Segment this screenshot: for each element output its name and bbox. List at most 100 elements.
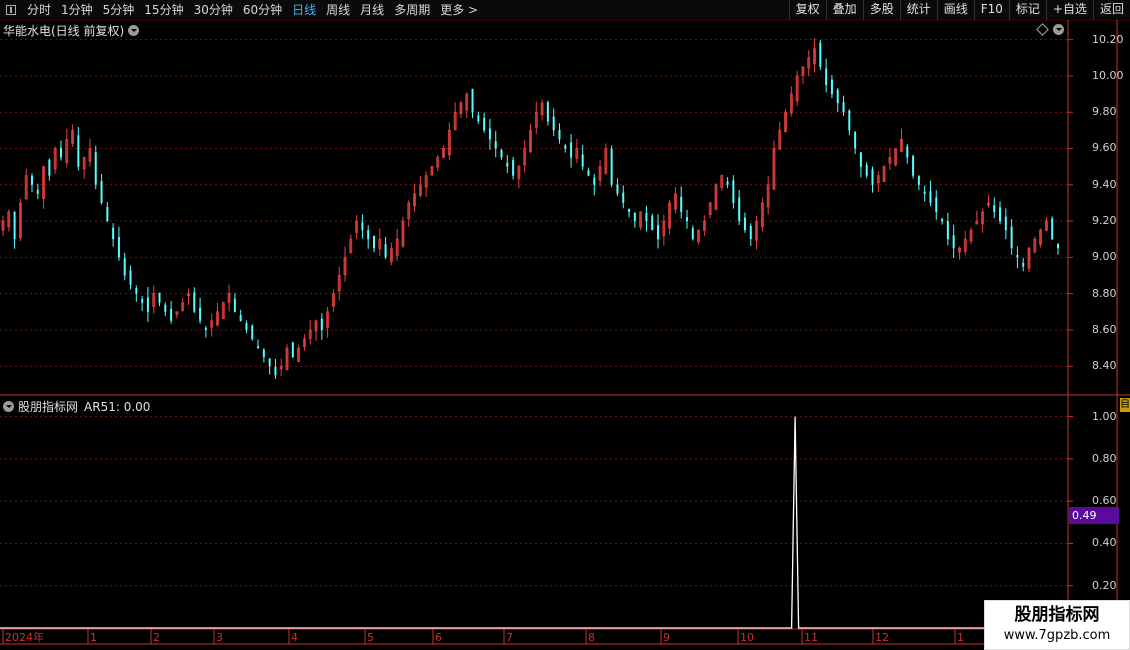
candle-body [726, 181, 729, 185]
sub-chart-title[interactable]: 股朋指标网 AR51: 0.00 [3, 398, 150, 415]
y-tick-label: 9.60 [1092, 141, 1117, 155]
candle-body [999, 207, 1002, 222]
candle-body [94, 152, 97, 185]
x-tick-label: 6 [435, 631, 442, 644]
candle-body [291, 342, 294, 358]
candle-body [593, 177, 596, 185]
candle-body [680, 196, 683, 212]
candle-body [367, 230, 370, 240]
x-tick-label: 1 [90, 631, 97, 644]
candle-body [743, 217, 746, 231]
candle-body [912, 155, 915, 176]
candle-body [941, 219, 944, 222]
candle-body [117, 237, 120, 258]
candle-body [488, 128, 491, 140]
candle-body [587, 170, 590, 176]
candle-body [204, 327, 207, 330]
kline-chart[interactable]: 2024年 1 2 3 4 5 6 7 8 9 10 11 12 1 [0, 0, 1130, 650]
x-tick-label: 12 [875, 631, 889, 644]
y-tick-label: 9.40 [1092, 177, 1117, 191]
candle-body [483, 117, 486, 131]
candle-body [158, 292, 161, 303]
x-tick-label: 4 [291, 631, 298, 644]
candle-body [622, 192, 625, 203]
candle-body [825, 68, 828, 85]
candle-body [1010, 226, 1013, 249]
candle-body [732, 180, 735, 203]
candle-body [558, 129, 561, 140]
candle-body [506, 162, 509, 167]
candle-body [512, 159, 515, 176]
candle-body [651, 215, 654, 231]
candle-body [77, 135, 80, 167]
y-tick-label: 0.20 [1092, 578, 1117, 592]
candle-body [645, 212, 648, 222]
ar51-series-line [0, 416, 1066, 629]
candle-body [164, 304, 167, 312]
x-tick-label: 9 [663, 631, 670, 644]
candle-body [691, 228, 694, 240]
candle-body [1016, 254, 1019, 258]
candle-body [141, 298, 144, 303]
candle-body [749, 226, 752, 240]
candle-body [935, 197, 938, 212]
candle-body [251, 325, 254, 340]
x-tick-label: 11 [804, 631, 818, 644]
x-tick-label: 7 [506, 631, 513, 644]
candle-body [552, 116, 555, 131]
panel-frames [0, 20, 1130, 645]
candle-body [657, 225, 660, 240]
side-corner-badge[interactable]: 自 [1120, 398, 1130, 412]
candle-body [129, 270, 132, 285]
candle-body [616, 184, 619, 194]
candle-body [471, 88, 474, 113]
candle-body [135, 288, 138, 294]
candle-body [274, 366, 277, 376]
candle-body [830, 79, 833, 95]
candle-body [952, 235, 955, 249]
cursor-value-box: 0.49 [1069, 507, 1119, 524]
candle-body [30, 175, 33, 185]
candle-body [581, 154, 584, 167]
candle-body [500, 149, 503, 158]
y-tick-label: 8.60 [1092, 322, 1117, 336]
candle-body [384, 244, 387, 258]
y-tick-label: 8.80 [1092, 286, 1117, 300]
candle-body [1057, 244, 1059, 249]
candle-body [100, 181, 103, 203]
candle-body [848, 110, 851, 131]
main-grid [0, 39, 1073, 367]
x-tick-label: 2 [153, 631, 160, 644]
candlestick-series [1, 38, 1059, 379]
candle-body [854, 132, 857, 149]
candle-body [262, 349, 265, 358]
candle-body [865, 164, 868, 176]
candle-body [842, 102, 845, 113]
candle-body [494, 141, 497, 149]
candle-body [112, 227, 115, 240]
x-tick-label: 3 [216, 631, 223, 644]
y-tick-label: 9.00 [1092, 250, 1117, 264]
candle-body [1004, 216, 1007, 231]
candle-body [146, 297, 149, 312]
y-tick-label: 0.60 [1092, 494, 1117, 508]
chevron-down-icon[interactable] [3, 401, 14, 412]
candle-body [13, 211, 16, 240]
y-tick-label: 9.20 [1092, 214, 1117, 228]
candle-body [233, 298, 236, 312]
sub-grid [0, 416, 1073, 587]
indicator-value: AR51: 0.00 [84, 399, 151, 414]
candle-body [546, 102, 549, 122]
candle-body [123, 258, 126, 276]
candle-body [570, 142, 573, 158]
x-tick-label: 5 [367, 631, 374, 644]
candle-body [1051, 218, 1054, 240]
indicator-source: 股朋指标网 [18, 400, 79, 414]
y-tick-label: 1.00 [1092, 409, 1117, 423]
candle-body [193, 292, 196, 312]
candle-body [610, 148, 613, 185]
candle-body [923, 191, 926, 194]
ar51-line [0, 416, 1066, 629]
x-tick-label: 8 [588, 631, 595, 644]
candle-body [946, 220, 949, 240]
